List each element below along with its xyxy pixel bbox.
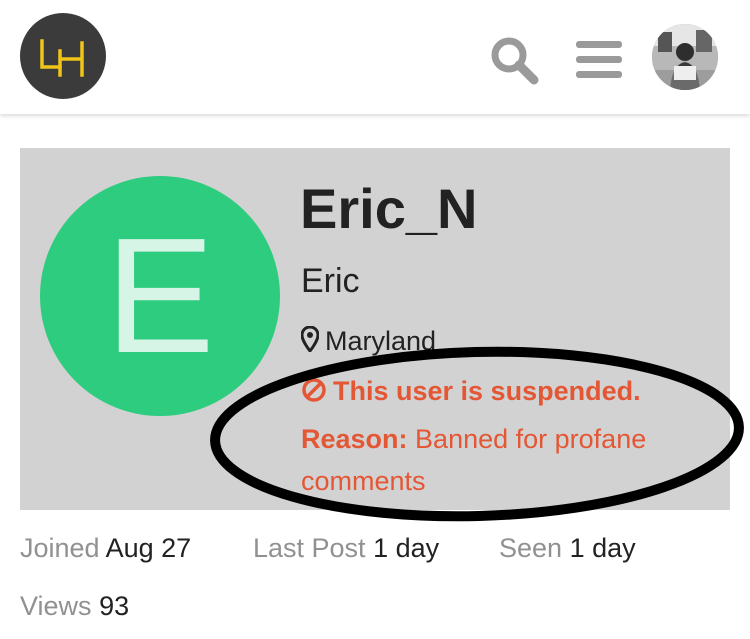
profile-card: E Eric_N Eric Maryland This user is susp… <box>20 148 730 510</box>
current-user-avatar[interactable] <box>652 24 718 90</box>
profile-full-name: Eric <box>301 262 360 300</box>
stat-last-post: Last Post 1 day <box>253 533 439 564</box>
last-post-label: Last Post <box>253 533 366 563</box>
stat-seen: Seen 1 day <box>499 533 636 564</box>
user-photo-icon <box>652 24 718 90</box>
views-label: Views <box>20 591 92 621</box>
hamburger-menu-icon <box>576 41 622 78</box>
profile-avatar: E <box>40 176 280 416</box>
search-button[interactable] <box>488 34 540 86</box>
seen-value: 1 day <box>569 533 636 563</box>
reason-label: Reason: <box>301 424 408 454</box>
ban-icon <box>302 378 326 402</box>
search-icon <box>491 37 539 85</box>
joined-value: Aug 27 <box>105 533 192 563</box>
joined-label: Joined <box>20 533 100 563</box>
suspend-reason: Reason: Banned for profane comments <box>301 418 701 502</box>
map-marker-icon <box>300 325 320 354</box>
profile-location: Maryland <box>300 325 437 357</box>
stat-views: Views 93 <box>20 591 129 622</box>
suspended-message: This user is suspended. <box>333 376 641 406</box>
menu-button[interactable] <box>576 39 622 79</box>
site-logo[interactable] <box>20 13 106 99</box>
profile-username: Eric_N <box>300 177 478 240</box>
stat-joined: Joined Aug 27 <box>20 533 191 564</box>
views-value: 93 <box>99 591 130 621</box>
suspended-notice: This user is suspended. <box>301 376 641 407</box>
location-text: Maryland <box>325 326 437 356</box>
seen-label: Seen <box>499 533 563 563</box>
lh-logo-icon <box>40 39 84 77</box>
last-post-value: 1 day <box>373 533 440 563</box>
site-header <box>0 0 750 114</box>
